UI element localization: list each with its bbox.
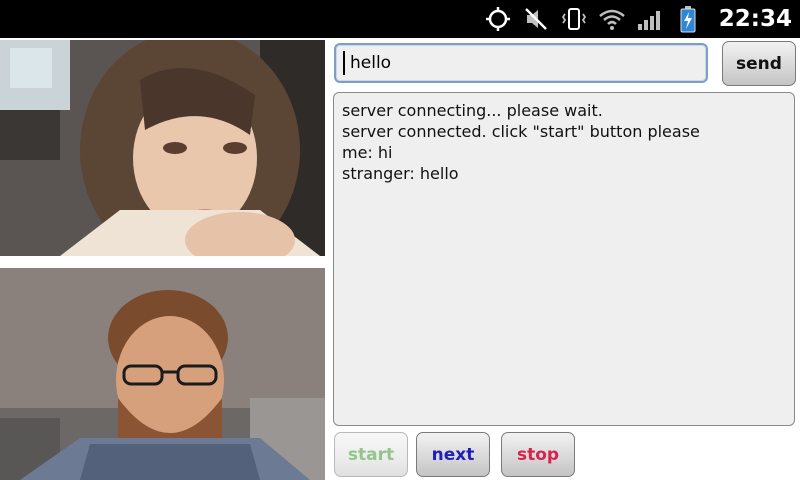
chat-message-input[interactable] (334, 43, 708, 83)
stranger-video-feed (0, 40, 325, 256)
self-video-feed (0, 268, 325, 480)
status-time: 22:34 (718, 6, 792, 32)
text-cursor (343, 51, 345, 75)
battery-charging-icon (674, 5, 702, 33)
send-button[interactable]: send (722, 41, 796, 86)
vibrate-icon (560, 5, 588, 33)
app-screen: 22:34 hello send server connecting... pl… (0, 0, 800, 480)
gps-icon (484, 5, 512, 33)
start-button[interactable]: start (334, 432, 408, 477)
chat-log-line: server connected. click "start" button p… (342, 122, 700, 141)
chat-log-line: stranger: hello (342, 164, 459, 183)
status-bar: 22:34 (0, 0, 800, 38)
chat-log[interactable]: server connecting... please wait. server… (333, 92, 795, 426)
signal-icon (636, 5, 664, 33)
wifi-icon (598, 5, 626, 33)
chat-log-line: server connecting... please wait. (342, 101, 603, 120)
next-button[interactable]: next (416, 432, 490, 477)
status-icons (484, 4, 702, 34)
mute-icon (522, 5, 550, 33)
stop-button[interactable]: stop (501, 432, 575, 477)
chat-log-line: me: hi (342, 143, 393, 162)
